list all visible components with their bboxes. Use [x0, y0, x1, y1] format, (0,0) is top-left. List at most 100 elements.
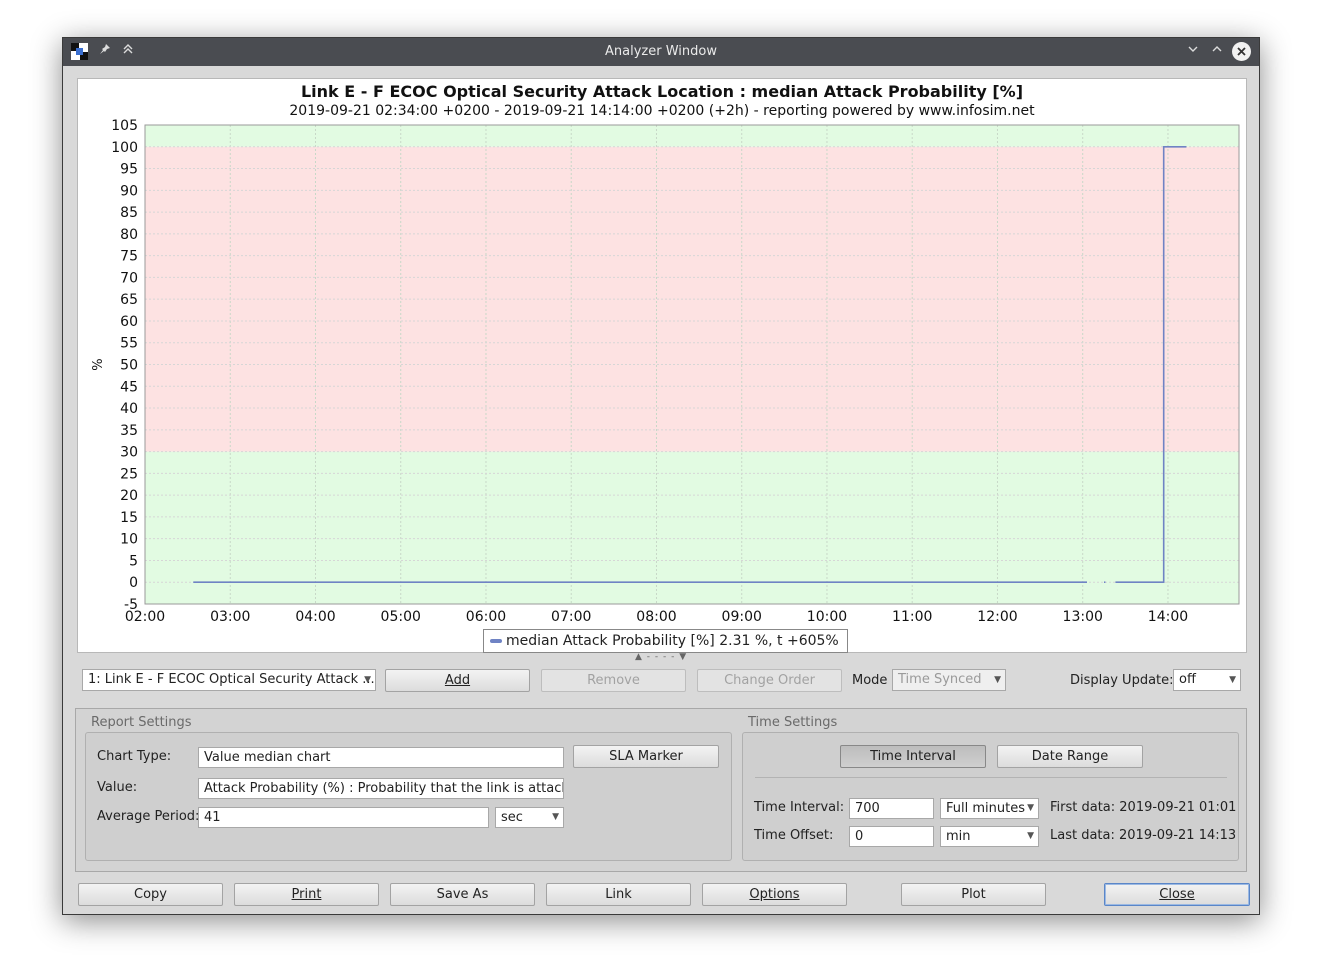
chevron-down-icon: ▼	[552, 812, 559, 822]
chevron-down-icon: ▼	[1027, 803, 1034, 813]
chart-band	[145, 125, 1239, 147]
minimize-icon[interactable]	[1183, 42, 1203, 62]
y-tick-label: 80	[120, 227, 138, 243]
y-tick-label: 25	[120, 466, 138, 482]
x-tick-label: 10:00	[807, 609, 847, 625]
time-interval-button[interactable]: Time Interval	[840, 745, 986, 768]
chart-type-label: Chart Type:	[97, 749, 172, 764]
average-period-unit-select[interactable]: sec ▼	[495, 807, 564, 828]
display-update-value: off	[1179, 672, 1196, 687]
mode-select[interactable]: Time Synced ▼	[892, 669, 1006, 691]
link-button[interactable]: Link	[546, 883, 691, 906]
y-tick-label: 65	[120, 292, 138, 308]
y-tick-label: 55	[120, 336, 138, 352]
y-tick-label: 70	[120, 270, 138, 286]
x-tick-label: 05:00	[381, 609, 421, 625]
copy-button[interactable]: Copy	[78, 883, 223, 906]
display-update-label: Display Update:	[1070, 673, 1174, 688]
remove-button[interactable]: Remove	[541, 669, 686, 692]
chart-select[interactable]: 1: Link E - F ECOC Optical Security Atta…	[82, 669, 376, 691]
chart-legend: median Attack Probability [%] 2.31 %, t …	[483, 629, 848, 653]
x-tick-label: 04:00	[295, 609, 335, 625]
legend-swatch	[490, 639, 502, 643]
chart-panel: Link E - F ECOC Optical Security Attack …	[77, 78, 1247, 653]
chart-type-field[interactable]: Value median chart	[198, 747, 564, 768]
x-tick-label: 12:00	[977, 609, 1017, 625]
time-interval-input[interactable]: 700	[849, 798, 934, 819]
y-tick-label: 0	[129, 575, 138, 591]
print-button[interactable]: Print	[234, 883, 379, 906]
y-tick-label: 5	[129, 553, 138, 569]
y-tick-label: 50	[120, 358, 138, 374]
time-interval-unit-value: Full minutes	[946, 801, 1025, 816]
x-tick-label: 07:00	[551, 609, 591, 625]
first-data-label: First data: 2019-09-21 01:01	[1050, 800, 1237, 815]
chart-select-value: 1: Link E - F ECOC Optical Security Atta…	[88, 672, 375, 687]
value-label: Value:	[97, 780, 138, 795]
splitter-handle[interactable]: ▲ - - - - ▼	[635, 652, 687, 662]
title-bar[interactable]: Analyzer Window	[63, 38, 1259, 66]
mode-label: Mode	[852, 673, 888, 688]
y-tick-label: 85	[120, 205, 138, 221]
y-axis-label: %	[91, 358, 106, 370]
save-as-button[interactable]: Save As	[390, 883, 535, 906]
options-button[interactable]: Options	[702, 883, 847, 906]
y-tick-label: 45	[120, 379, 138, 395]
value-field[interactable]: Attack Probability (%) : Probability tha…	[198, 778, 564, 799]
chevron-down-icon: ▼	[1229, 675, 1236, 685]
x-tick-label: 14:00	[1148, 609, 1188, 625]
x-tick-label: 02:00	[125, 609, 165, 625]
y-tick-label: 100	[111, 140, 138, 156]
date-range-button[interactable]: Date Range	[997, 745, 1143, 768]
x-tick-label: 08:00	[636, 609, 676, 625]
plot-button[interactable]: Plot	[901, 883, 1046, 906]
chevron-down-icon: ▼	[364, 675, 371, 685]
average-period-input[interactable]: 41	[198, 807, 489, 828]
time-interval-unit-select[interactable]: Full minutes ▼	[940, 798, 1039, 819]
close-window-icon[interactable]	[1232, 42, 1251, 61]
x-tick-label: 06:00	[466, 609, 506, 625]
sla-marker-button[interactable]: SLA Marker	[573, 745, 719, 768]
y-tick-label: 15	[120, 510, 138, 526]
time-offset-input[interactable]: 0	[849, 826, 934, 847]
settings-area: Report Settings Chart Type: Value median…	[75, 708, 1247, 872]
add-button[interactable]: Add	[385, 669, 530, 692]
display-update-select[interactable]: off ▼	[1173, 669, 1241, 691]
time-interval-label: Time Interval:	[754, 800, 845, 815]
last-data-label: Last data: 2019-09-21 14:13	[1050, 828, 1237, 843]
report-settings-title: Report Settings	[91, 715, 192, 730]
y-tick-label: 60	[120, 314, 138, 330]
chevron-down-icon: ▼	[1027, 831, 1034, 841]
chevron-down-icon: ▼	[994, 675, 1001, 685]
average-period-unit-value: sec	[501, 810, 523, 825]
y-tick-label: 40	[120, 401, 138, 417]
legend-text: median Attack Probability [%] 2.31 %, t …	[506, 633, 839, 649]
chart-band	[145, 451, 1239, 604]
x-tick-label: 09:00	[722, 609, 762, 625]
y-tick-label: 90	[120, 183, 138, 199]
time-offset-label: Time Offset:	[754, 828, 834, 843]
y-tick-label: 20	[120, 488, 138, 504]
time-offset-unit-select[interactable]: min ▼	[940, 826, 1039, 847]
time-settings-title: Time Settings	[748, 715, 838, 730]
chart-plot[interactable]: -505101520253035404550556065707580859095…	[78, 79, 1248, 654]
y-tick-label: 30	[120, 445, 138, 461]
window-title: Analyzer Window	[605, 44, 717, 59]
x-tick-label: 13:00	[1063, 609, 1103, 625]
y-tick-label: 10	[120, 532, 138, 548]
change-order-button[interactable]: Change Order	[697, 669, 842, 692]
time-settings-group: Time Interval Date Range Time Interval: …	[742, 732, 1239, 861]
y-tick-label: 75	[120, 249, 138, 265]
x-tick-label: 03:00	[210, 609, 250, 625]
mode-select-value: Time Synced	[898, 672, 982, 687]
y-tick-label: 35	[120, 423, 138, 439]
y-tick-label: 95	[120, 162, 138, 178]
close-button[interactable]: Close	[1104, 883, 1250, 906]
time-settings-divider	[755, 777, 1227, 778]
y-tick-label: 105	[111, 118, 138, 134]
average-period-label: Average Period:	[97, 809, 200, 824]
report-settings-group: Chart Type: Value median chart SLA Marke…	[85, 732, 732, 861]
analyzer-window: Analyzer Window Link E - F ECOC Optical …	[62, 37, 1260, 915]
x-tick-label: 11:00	[892, 609, 932, 625]
maximize-icon[interactable]	[1207, 42, 1227, 62]
